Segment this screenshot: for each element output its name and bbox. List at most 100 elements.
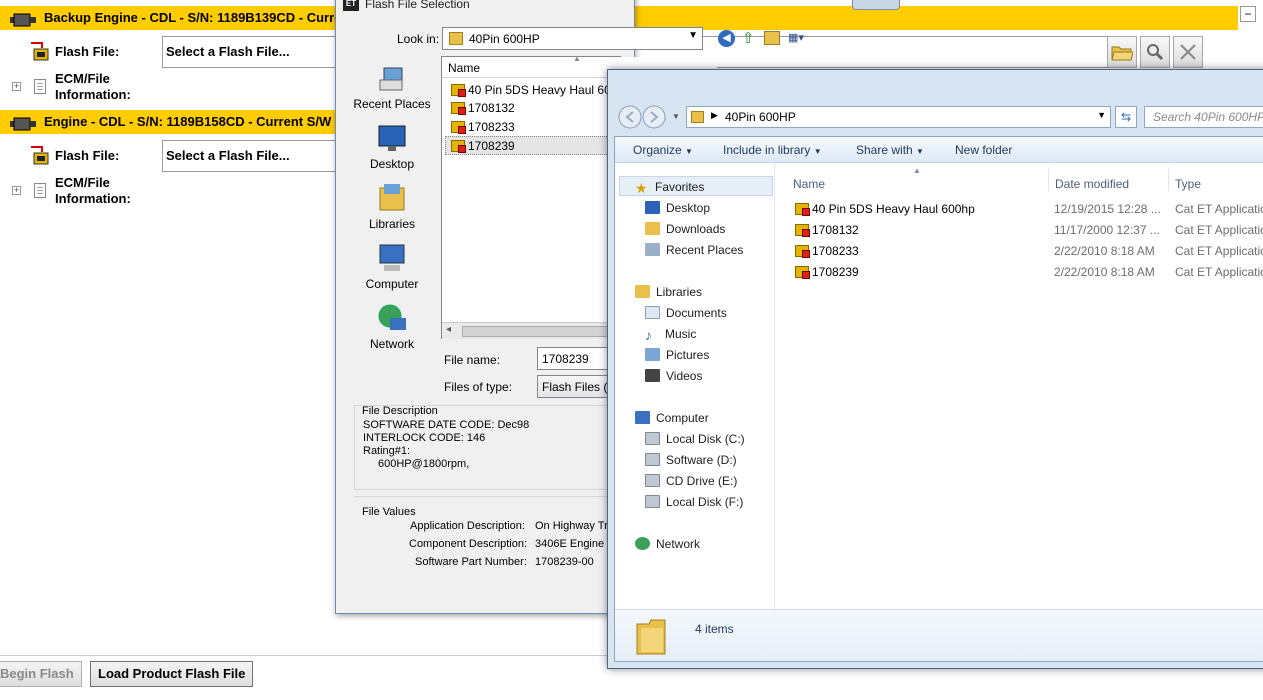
network-icon	[635, 537, 650, 550]
load-product-flash-file-button[interactable]: Load Product Flash File	[90, 661, 254, 687]
list-item[interactable]: 40 Pin 5DS Heavy Haul 600hp	[451, 81, 631, 99]
navigation-pane: ★ Favorites Desktop Downloads Recent Plac…	[615, 163, 775, 609]
item-count: 4 items	[695, 622, 734, 636]
file-date: 2/22/2010 8:18 AM	[1054, 244, 1155, 258]
new-folder-button[interactable]: New folder	[955, 143, 1012, 157]
local-disk-icon	[645, 432, 660, 445]
share-with-menu[interactable]: Share with ▼	[856, 143, 924, 157]
chevron-down-icon[interactable]: ▼	[1097, 110, 1106, 120]
nav-drive-d[interactable]: Software (D:)	[645, 452, 737, 468]
flash-file-select[interactable]: Select a Flash File...	[162, 36, 342, 68]
value-text: 1708239-00	[535, 556, 594, 568]
recent-pages-icon[interactable]: ▼	[672, 112, 680, 121]
list-item-selected[interactable]: 1708239	[451, 137, 515, 155]
nav-pictures[interactable]: Pictures	[645, 347, 709, 363]
nav-recent-places[interactable]: Recent Places	[645, 242, 743, 258]
dialog-close-button[interactable]	[852, 0, 900, 10]
documents-icon	[645, 306, 660, 319]
cmd-label: Organize	[633, 143, 682, 157]
col-name-header[interactable]: Name	[793, 177, 825, 191]
flash-file-label: Flash File:	[55, 44, 120, 59]
nav-documents[interactable]: Documents	[645, 305, 727, 321]
nav-computer[interactable]: Computer	[635, 410, 709, 426]
place-libraries[interactable]: Libraries	[352, 182, 432, 231]
col-date-header[interactable]: Date modified	[1055, 177, 1129, 191]
close-icon[interactable]	[1173, 36, 1203, 68]
nav-libraries[interactable]: Libraries	[635, 284, 702, 300]
list-item[interactable]: 1708233	[451, 118, 515, 136]
search-input[interactable]: Search 40Pin 600HP	[1144, 106, 1263, 128]
nav-label: Local Disk (C:)	[666, 432, 745, 446]
col-type-header[interactable]: Type	[1175, 177, 1201, 191]
nav-music[interactable]: ♪ Music	[645, 326, 696, 343]
chevron-down-icon: ▼	[916, 147, 924, 156]
files-of-type-label: Files of type:	[444, 380, 513, 394]
flash-file-label: Flash File:	[55, 148, 120, 163]
look-in-select[interactable]: 40Pin 600HP ▼	[442, 27, 703, 50]
file-values-title: File Values	[362, 506, 416, 518]
begin-flash-button[interactable]: Begin Flash	[0, 661, 82, 687]
col-name-header[interactable]: Name	[448, 61, 480, 75]
recent-places-icon	[376, 62, 408, 94]
nav-videos[interactable]: Videos	[645, 368, 702, 384]
nav-label: Local Disk (F:)	[666, 495, 744, 509]
cmd-label: Include in library	[723, 143, 811, 157]
file-name: 1708233	[468, 120, 515, 134]
organize-menu[interactable]: Organize ▼	[633, 143, 693, 157]
expand-ecm-info-button[interactable]: +	[12, 82, 21, 91]
sort-arrow-icon: ▲	[913, 166, 921, 175]
file-name: 1708239	[812, 265, 859, 279]
chevron-down-icon: ▼	[813, 147, 822, 156]
nav-network[interactable]: Network	[635, 536, 700, 552]
search-icon[interactable]	[1140, 36, 1170, 68]
list-item[interactable]: 1708132	[451, 99, 515, 117]
flash-file-select[interactable]: Select a Flash File...	[162, 140, 342, 172]
scroll-thumb[interactable]	[462, 326, 612, 337]
cmd-label: Share with	[856, 143, 913, 157]
new-folder-icon[interactable]	[764, 31, 780, 45]
nav-label: Computer	[656, 411, 709, 425]
music-icon: ♪	[645, 327, 652, 343]
col-divider[interactable]	[1048, 167, 1049, 191]
back-icon[interactable]: ◀	[718, 30, 735, 47]
file-date: 11/17/2000 12:37 ...	[1054, 223, 1160, 237]
nav-favorites[interactable]: ★ Favorites	[635, 179, 704, 196]
col-divider[interactable]	[1168, 167, 1169, 191]
command-bar: Organize ▼ Include in library ▼ Share wi…	[615, 137, 1263, 163]
up-folder-icon[interactable]: ⇧	[742, 29, 755, 47]
view-menu-icon[interactable]: ▦▾	[788, 31, 814, 46]
value-label: Application Description:	[410, 520, 525, 532]
cat-et-file-icon	[451, 84, 466, 97]
cat-et-file-icon	[795, 266, 810, 279]
desktop-icon	[376, 122, 408, 154]
nav-drive-e[interactable]: CD Drive (E:)	[645, 473, 737, 489]
file-name: 1708132	[468, 101, 515, 115]
nav-label: Recent Places	[666, 243, 744, 257]
include-in-library-menu[interactable]: Include in library ▼	[723, 143, 822, 157]
file-type: Cat ET Application	[1175, 223, 1263, 237]
file-description-title: File Description	[362, 405, 438, 417]
nav-drive-f[interactable]: Local Disk (F:)	[645, 494, 743, 510]
engine-header[interactable]: Engine - CDL - S/N: 1189B158CD - Current…	[0, 110, 340, 134]
place-network[interactable]: Network	[352, 302, 432, 351]
nav-downloads[interactable]: Downloads	[645, 221, 725, 237]
back-forward-buttons[interactable]	[618, 105, 666, 129]
address-path: 40Pin 600HP	[725, 110, 796, 124]
place-recent-places[interactable]: Recent Places	[352, 62, 432, 111]
refresh-icon[interactable]: ⇆	[1115, 106, 1137, 128]
folder-icon	[691, 111, 704, 123]
address-bar[interactable]: ▶ 40Pin 600HP ▼	[686, 106, 1111, 128]
place-desktop[interactable]: Desktop	[352, 122, 432, 171]
expand-ecm-info-button[interactable]: +	[12, 186, 21, 195]
open-folder-icon[interactable]	[1107, 36, 1137, 68]
collapse-button[interactable]: −	[1240, 6, 1256, 22]
nav-label: Desktop	[666, 201, 711, 215]
nav-drive-c[interactable]: Local Disk (C:)	[645, 431, 745, 447]
engine-title: Engine - CDL - S/N: 1189B158CD - Current…	[44, 114, 332, 129]
local-disk-icon	[645, 495, 660, 508]
scroll-left-icon[interactable]: ◂	[446, 324, 451, 335]
nav-label: Software (D:)	[666, 453, 737, 467]
nav-desktop[interactable]: Desktop	[645, 200, 710, 216]
horizontal-scrollbar[interactable]: ◂	[442, 322, 622, 339]
place-computer[interactable]: Computer	[352, 242, 432, 291]
